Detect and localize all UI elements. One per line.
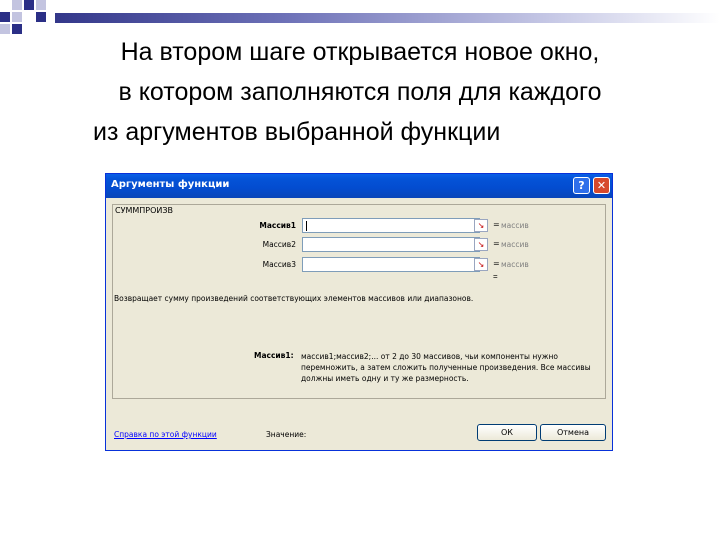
collapse-dialog-icon[interactable]: ↘ bbox=[474, 219, 488, 232]
slide-line-3: из аргументов выбранной функции bbox=[93, 118, 501, 146]
arg-result-2: массив bbox=[501, 240, 529, 249]
equals-sign: = bbox=[493, 220, 500, 229]
equals-sign: = bbox=[493, 259, 500, 268]
slide-text: На втором шаге открывается новое окно, в… bbox=[0, 32, 720, 152]
deco-square bbox=[12, 12, 22, 22]
deco-square bbox=[24, 0, 34, 10]
deco-square bbox=[36, 12, 46, 22]
function-name: СУММПРОИЗВ bbox=[114, 206, 175, 215]
function-description: Возвращает сумму произведений соответств… bbox=[114, 294, 474, 303]
dialog-title: Аргументы функции bbox=[111, 179, 230, 190]
ok-button[interactable]: ОК bbox=[477, 424, 537, 441]
arg-label-1: Массив1 bbox=[259, 221, 296, 230]
deco-square bbox=[36, 0, 46, 10]
slide-line-1: На втором шаге открывается новое окно, bbox=[120, 38, 600, 66]
text-caret bbox=[306, 221, 307, 231]
help-link[interactable]: Справка по этой функции bbox=[114, 430, 217, 439]
arg-input-3[interactable] bbox=[302, 257, 480, 272]
close-icon[interactable]: ✕ bbox=[593, 177, 610, 194]
cancel-button[interactable]: Отмена bbox=[540, 424, 606, 441]
collapse-dialog-icon[interactable]: ↘ bbox=[474, 238, 488, 251]
help-button[interactable]: ? bbox=[573, 177, 590, 194]
equals-sign: = bbox=[493, 239, 500, 248]
value-label: Значение: bbox=[266, 430, 307, 439]
deco-square bbox=[12, 0, 22, 10]
gradient-bar bbox=[55, 13, 720, 23]
collapse-dialog-icon[interactable]: ↘ bbox=[474, 258, 488, 271]
dialog-titlebar[interactable]: Аргументы функции ? ✕ bbox=[106, 174, 612, 198]
arg-description-label: Массив1: bbox=[254, 351, 294, 360]
arg-label-3: Массив3 bbox=[262, 260, 296, 269]
slide-line-2: в котором заполняются поля для каждого bbox=[118, 78, 602, 106]
arg-description: массив1;массив2;... от 2 до 30 массивов,… bbox=[301, 352, 591, 383]
arg-input-1[interactable] bbox=[302, 218, 480, 233]
arg-result-1: массив bbox=[501, 221, 529, 230]
arg-result-3: массив bbox=[501, 260, 529, 269]
arg-label-2: Массив2 bbox=[262, 240, 296, 249]
function-arguments-dialog: Аргументы функции ? ✕ СУММПРОИЗВ Массив1… bbox=[105, 173, 613, 451]
arg-input-2[interactable] bbox=[302, 237, 480, 252]
deco-square bbox=[0, 12, 10, 22]
function-result-equals: = bbox=[493, 272, 498, 281]
